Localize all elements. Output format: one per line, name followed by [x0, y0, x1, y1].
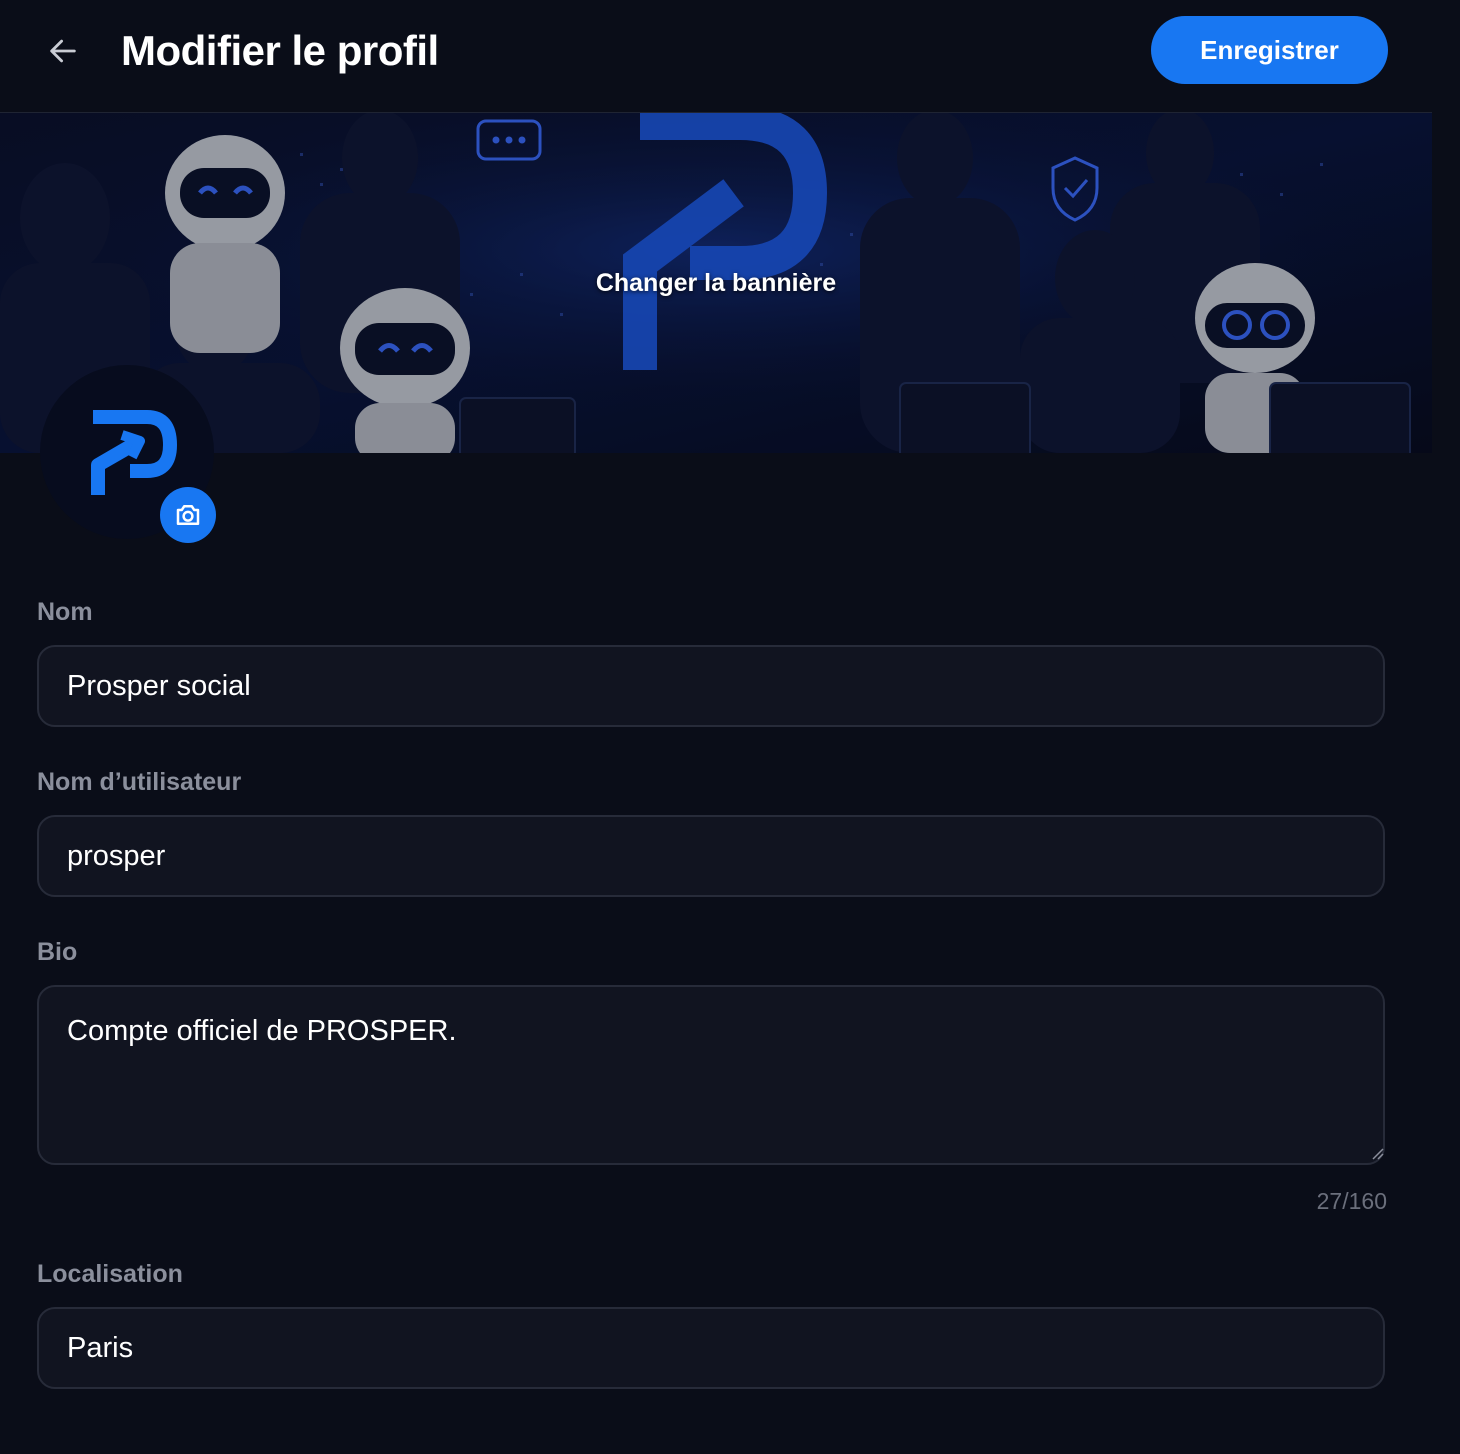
banner[interactable]: Changer la bannière	[0, 113, 1432, 453]
top-bar: Modifier le profil Enregistrer	[0, 0, 1432, 113]
camera-icon	[176, 505, 200, 525]
location-input[interactable]: Paris	[37, 1307, 1385, 1389]
page-title: Modifier le profil	[121, 27, 439, 74]
location-label: Localisation	[37, 1260, 183, 1288]
arrow-left-icon	[50, 39, 76, 63]
name-label: Nom	[37, 598, 93, 626]
save-button[interactable]: Enregistrer	[1151, 16, 1388, 84]
username-input[interactable]: prosper	[37, 815, 1385, 897]
bio-char-counter: 27/160	[1316, 1188, 1387, 1214]
change-banner-label[interactable]: Changer la bannière	[0, 113, 1432, 453]
bio-textarea[interactable]: Compte officiel de PROSPER.	[37, 985, 1385, 1165]
bio-label: Bio	[37, 938, 78, 966]
username-label: Nom d’utilisateur	[37, 768, 242, 796]
name-input[interactable]: Prosper social	[37, 645, 1385, 727]
back-button[interactable]	[40, 28, 86, 74]
change-avatar-button[interactable]	[160, 487, 216, 543]
resize-handle-icon[interactable]	[1370, 1146, 1384, 1160]
